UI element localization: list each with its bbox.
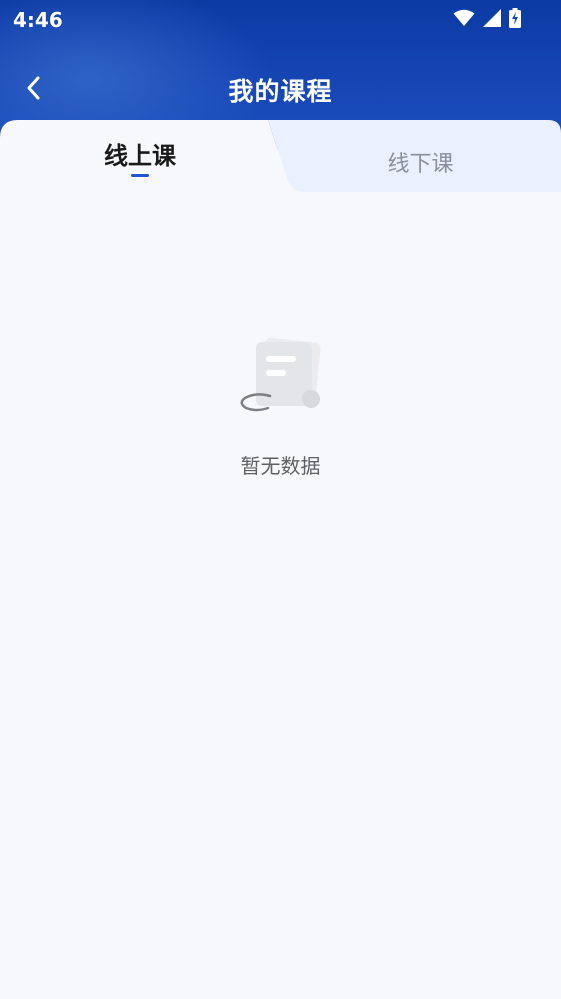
- signal-icon: [483, 9, 501, 27]
- empty-document-icon: [240, 338, 321, 412]
- tab-online[interactable]: 线上课: [0, 120, 280, 192]
- page-title: 我的课程: [228, 77, 333, 106]
- tab-offline[interactable]: 线下课: [280, 126, 561, 198]
- status-bar: 4:46: [0, 0, 561, 40]
- active-tab-indicator: [131, 174, 149, 177]
- tab-offline-label: 线下课: [387, 152, 454, 177]
- tab-online-label: 线上课: [104, 141, 176, 170]
- nav-bar: 我的课程: [0, 62, 561, 114]
- status-icons: [453, 8, 521, 28]
- status-time: 4:46: [13, 8, 63, 32]
- empty-message: 暂无数据: [240, 454, 321, 478]
- battery-icon: [509, 8, 521, 28]
- course-list-area: [0, 194, 561, 999]
- wifi-icon: [453, 9, 475, 26]
- empty-state: 暂无数据: [0, 338, 561, 479]
- tab-bar: 线上课 线下课: [0, 120, 561, 194]
